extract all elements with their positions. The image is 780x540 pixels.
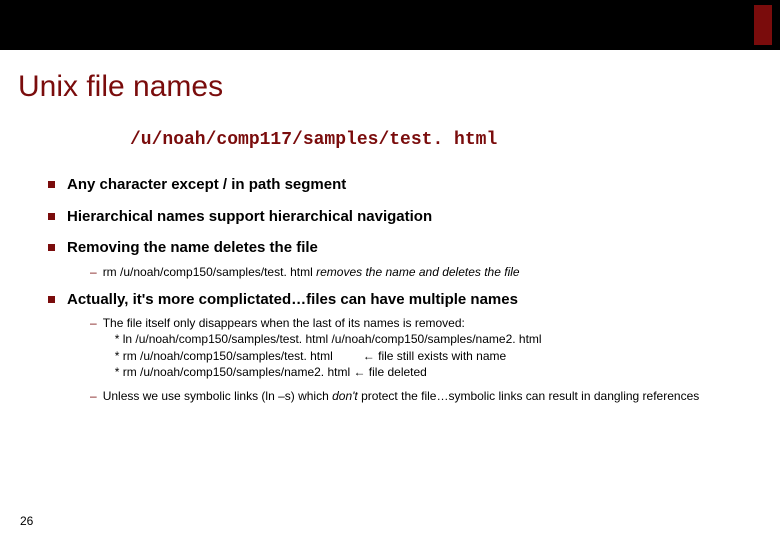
title-bar [0,0,780,50]
example-filepath: /u/noah/comp117/samples/test. html [130,130,497,150]
arrow-note: ← file deleted [350,365,427,379]
slide: Unix file names /u/noah/comp117/samples/… [0,0,780,540]
star-line: * rm /u/noah/comp150/samples/test. html … [115,348,542,364]
dash-icon: – [90,388,97,404]
square-bullet-icon [48,296,55,303]
square-bullet-icon [48,213,55,220]
square-bullet-icon [48,181,55,188]
bullet-text: Actually, it's more complictated…files c… [67,290,518,310]
bullet-text: Hierarchical names support hierarchical … [67,207,432,227]
command-text: * rm /u/noah/comp150/samples/test. html [115,349,333,363]
sub-bullet-text: rm /u/noah/comp150/samples/test. html re… [103,264,520,280]
bullet-item: Removing the name deletes the file [48,238,756,258]
text-part: protect the file…symbolic links can resu… [358,389,700,403]
sub-bullet-item: – Unless we use symbolic links (ln –s) w… [90,388,756,404]
sub-bullet-text: The file itself only disappears when the… [103,315,542,380]
page-number: 26 [20,514,33,528]
sub-intro-text: The file itself only disappears when the… [103,315,542,331]
command-text: rm /u/noah/comp150/samples/test. html [103,265,316,279]
sub-bullet-item: – The file itself only disappears when t… [90,315,756,380]
slide-title: Unix file names [18,70,223,104]
dash-icon: – [90,315,97,331]
note-text: removes the name and deletes the file [316,265,519,279]
italic-text: don't [332,389,358,403]
sub-bullet-text: Unless we use symbolic links (ln –s) whi… [103,388,700,404]
square-bullet-icon [48,244,55,251]
arrow-note: ← file still exists with name [359,349,506,363]
bullet-item: Actually, it's more complictated…files c… [48,290,756,310]
bullet-text: Any character except / in path segment [67,175,346,195]
sub-bullet-item: – rm /u/noah/comp150/samples/test. html … [90,264,756,280]
star-line: * rm /u/noah/comp150/samples/name2. html… [115,364,542,380]
sub-bullet-group: – rm /u/noah/comp150/samples/test. html … [90,264,756,280]
text-part: Unless we use symbolic links (ln –s) whi… [103,389,332,403]
sub-bullet-group: – The file itself only disappears when t… [90,315,756,404]
slide-body: Any character except / in path segment H… [48,175,756,414]
star-line: * ln /u/noah/comp150/samples/test. html … [115,331,542,347]
accent-chip [754,5,772,45]
bullet-text: Removing the name deletes the file [67,238,318,258]
bullet-item: Any character except / in path segment [48,175,756,195]
bullet-item: Hierarchical names support hierarchical … [48,207,756,227]
dash-icon: – [90,264,97,280]
command-text: * rm /u/noah/comp150/samples/name2. html [115,365,350,379]
